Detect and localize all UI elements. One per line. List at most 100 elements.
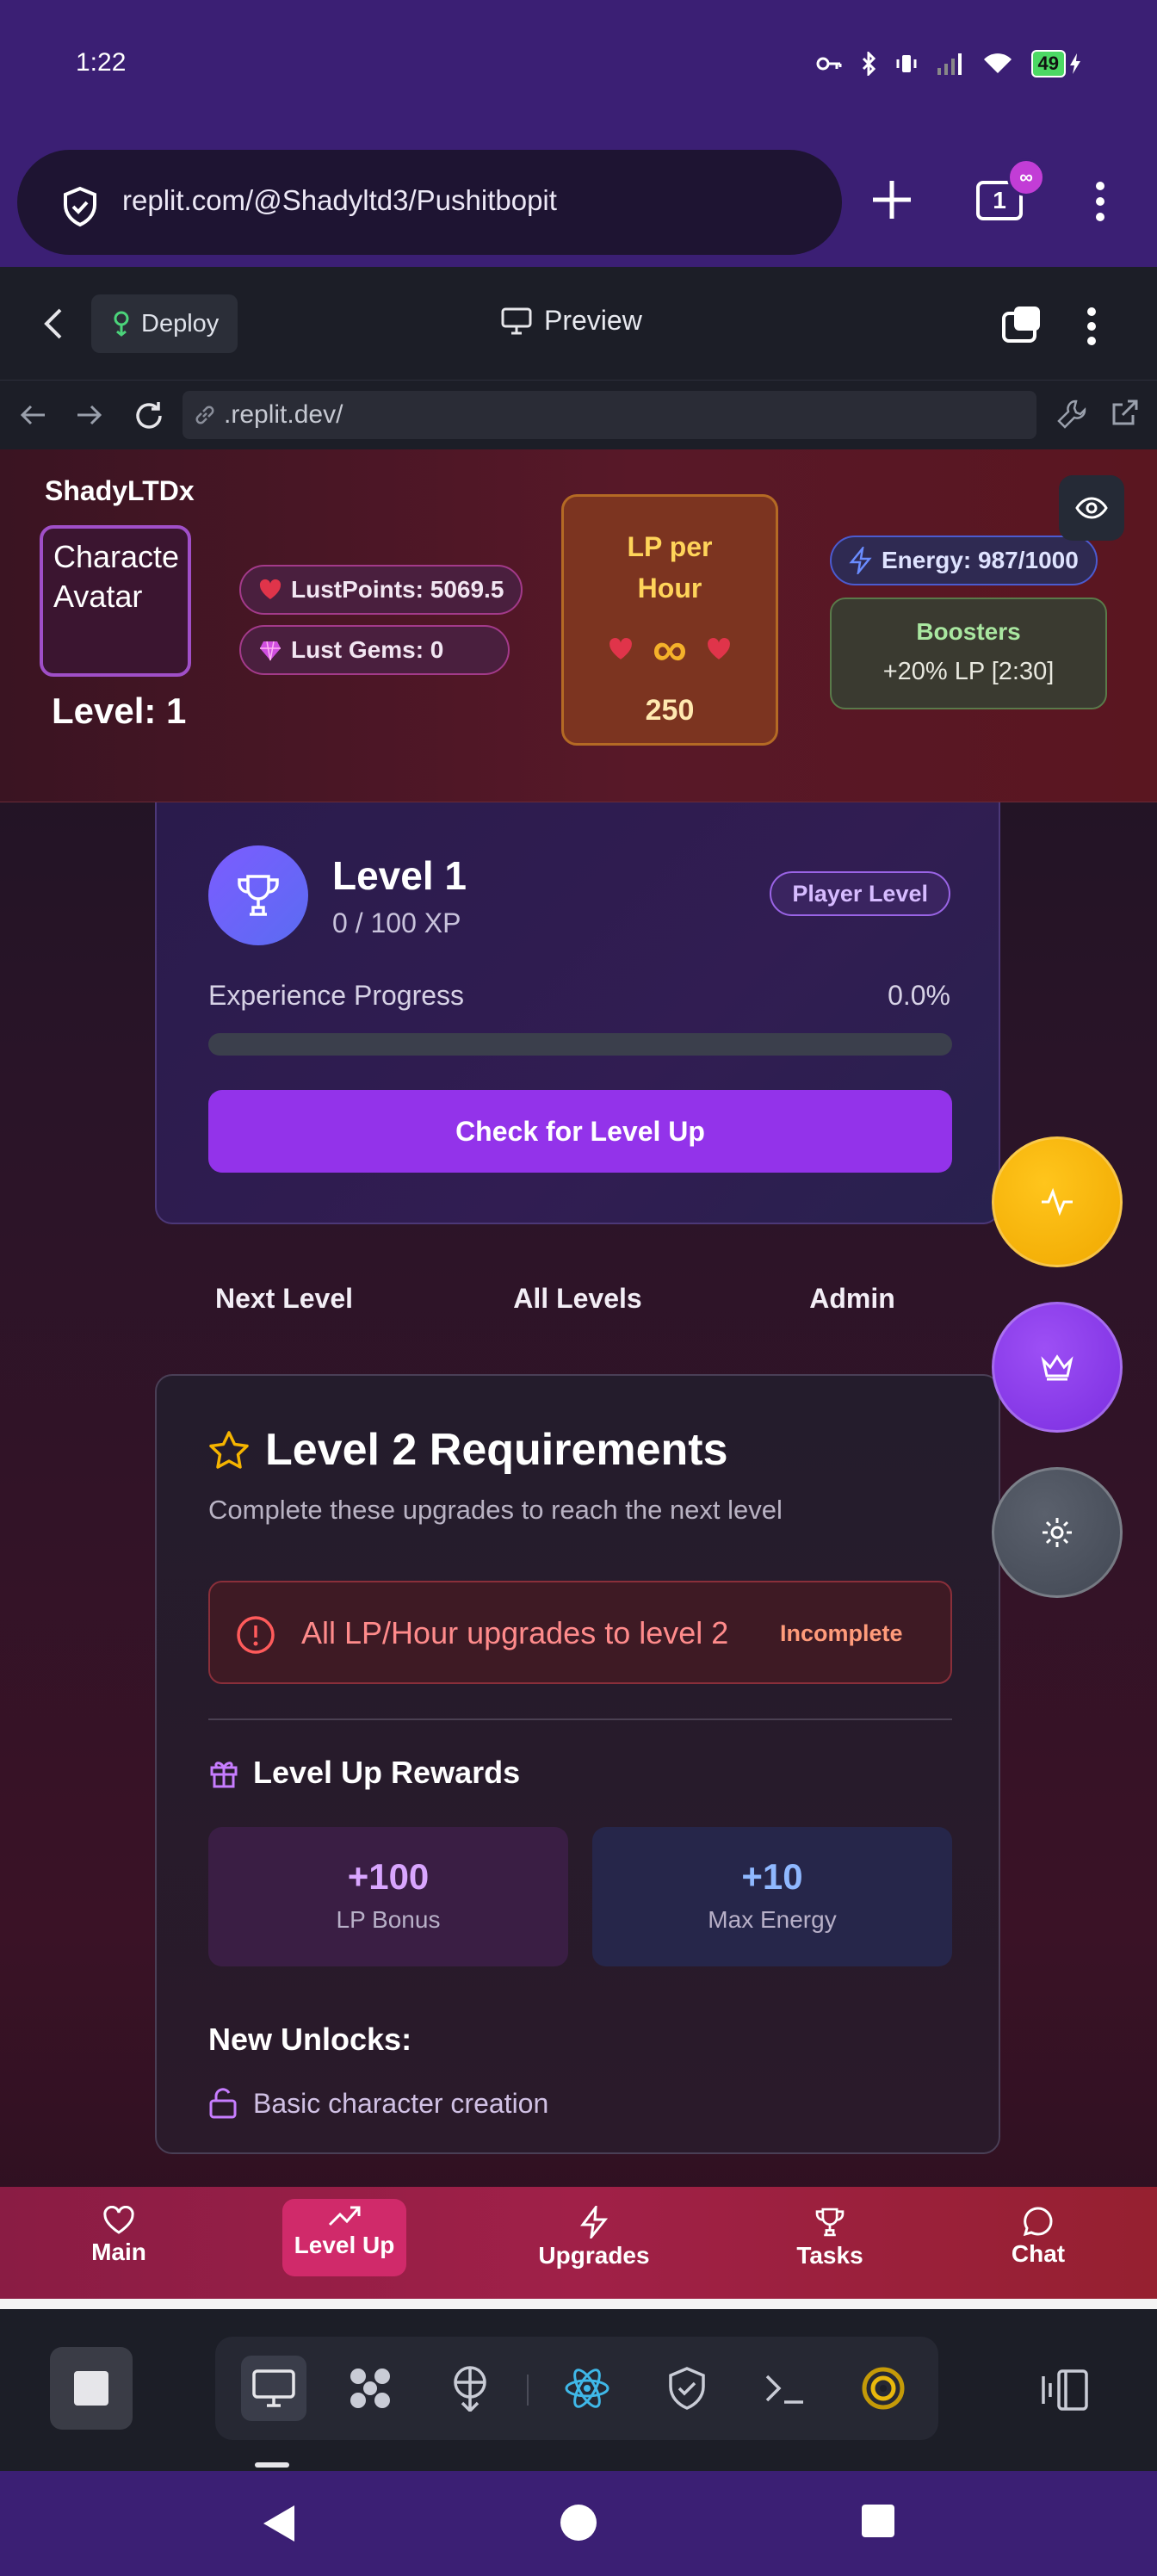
replit-header: Deploy Preview	[0, 267, 1157, 381]
requirement-status: Incomplete	[780, 1620, 903, 1646]
terminal-icon	[765, 2375, 803, 2404]
browser-url-text: replit.com/@Shadyltd3/Pushitbopit	[122, 184, 557, 216]
divider	[208, 1718, 952, 1720]
deploy-icon	[114, 311, 129, 337]
experience-progress-bar	[208, 1033, 952, 1056]
tool-separator	[527, 2375, 529, 2406]
status-icons: 49	[816, 50, 1081, 77]
boosters-value: +20% LP [2:30]	[882, 658, 1055, 685]
boosters-card[interactable]: Boosters +20% LP [2:30]	[830, 598, 1107, 709]
requirements-heading: Level 2 Requirements	[208, 1424, 728, 1476]
refresh-icon[interactable]	[133, 399, 165, 432]
browser-toolbar: replit.com/@Shadyltd3/Pushitbopit 1 ∞	[0, 138, 1157, 267]
nav-upgrades[interactable]: Upgrades	[534, 2187, 654, 2299]
browser-menu-icon[interactable]	[1095, 181, 1105, 222]
nav-tasks[interactable]: Tasks	[778, 2187, 882, 2299]
nav-main[interactable]: Main	[67, 2187, 170, 2299]
battery-icon: 49	[1030, 50, 1081, 77]
panel-layout-icon[interactable]	[1040, 2368, 1090, 2412]
level-tabs: Next Level All Levels Admin	[155, 1283, 1000, 1334]
wifi-icon	[983, 53, 1012, 73]
secrets-tool[interactable]	[654, 2356, 720, 2421]
browser-url-bar[interactable]: replit.com/@Shadyltd3/Pushitbopit	[17, 150, 842, 255]
wrench-icon[interactable]	[1055, 398, 1088, 430]
crown-fab[interactable]	[992, 1302, 1123, 1433]
webview-address-text: .replit.dev/	[224, 400, 343, 429]
preview-title[interactable]: Preview	[501, 305, 642, 337]
nav-tasks-label: Tasks	[796, 2242, 863, 2269]
new-tab-icon[interactable]	[869, 177, 914, 222]
shell-tool[interactable]	[752, 2356, 818, 2421]
nav-level-up[interactable]: Level Up	[282, 2199, 406, 2276]
webview-nav: .replit.dev/	[0, 381, 1157, 449]
nav-main-label: Main	[91, 2239, 146, 2265]
agent-tool[interactable]	[337, 2356, 403, 2421]
deploy-button[interactable]: Deploy	[91, 294, 238, 353]
back-chevron-icon[interactable]	[43, 307, 64, 341]
android-recents-icon[interactable]	[861, 2504, 895, 2538]
reward-value: +10	[741, 1856, 803, 1897]
replit-toolbar	[0, 2309, 1157, 2471]
settings-fab[interactable]	[992, 1467, 1123, 1598]
eye-icon	[1075, 497, 1108, 519]
extension-tool[interactable]	[851, 2356, 916, 2421]
rewards-title: Level Up Rewards	[253, 1755, 521, 1790]
nav-level-up-label: Level Up	[294, 2232, 395, 2258]
requirements-subtitle: Complete these upgrades to reach the nex…	[208, 1495, 783, 1525]
check-level-up-button[interactable]: Check for Level Up	[208, 1090, 952, 1173]
orbit-icon	[862, 2367, 905, 2410]
toggle-visibility-button[interactable]	[1059, 475, 1124, 541]
monitor-icon	[252, 2369, 295, 2407]
unlock-icon	[209, 2088, 237, 2119]
react-tool[interactable]	[554, 2356, 620, 2421]
requirement-item: All LP/Hour upgrades to level 2 Incomple…	[208, 1581, 952, 1684]
webview-address-bar[interactable]: .replit.dev/	[183, 391, 1036, 439]
reward-max-energy: +10 Max Energy	[592, 1827, 952, 1966]
pane-switch-icon[interactable]	[1000, 305, 1043, 344]
signal-icon	[937, 53, 962, 75]
android-nav-bar	[0, 2471, 1157, 2576]
replit-menu-icon[interactable]	[1086, 307, 1097, 346]
open-external-icon[interactable]	[1109, 398, 1140, 429]
tab-next-level[interactable]: Next Level	[146, 1283, 422, 1315]
heart-icon	[609, 637, 632, 659]
unlocks-title: New Unlocks:	[208, 2022, 412, 2057]
android-back-icon[interactable]	[260, 2504, 296, 2543]
infinity-symbol: ∞	[653, 622, 687, 676]
nav-chat[interactable]: Chat	[987, 2187, 1090, 2299]
shield-check-icon	[669, 2367, 705, 2410]
gift-icon	[210, 1762, 238, 1788]
nav-chat-label: Chat	[1011, 2240, 1066, 2267]
level-title: Level 1	[332, 853, 467, 898]
avatar-text-line1: Characte	[53, 539, 180, 574]
deploy-tool[interactable]	[437, 2356, 503, 2421]
gem-icon	[260, 641, 281, 661]
tab-all-levels[interactable]: All Levels	[440, 1283, 715, 1315]
tab-switcher-button[interactable]: 1 ∞	[976, 158, 1045, 220]
progress-percent: 0.0%	[888, 980, 950, 1011]
monitor-icon	[501, 307, 532, 334]
activity-icon	[1042, 1187, 1073, 1217]
energy-pill: Energy: 987/1000	[830, 536, 1098, 585]
shield-check-icon	[64, 186, 96, 227]
key-icon	[816, 57, 842, 71]
character-avatar[interactable]: Characte Avatar	[40, 525, 191, 677]
unlock-item: Basic character creation	[208, 2087, 548, 2120]
level-xp: 0 / 100 XP	[332, 907, 461, 938]
stop-button[interactable]	[50, 2347, 133, 2430]
player-level-badge: Player Level	[770, 871, 950, 916]
zap-icon	[849, 547, 872, 574]
webview-back-icon[interactable]	[17, 399, 48, 430]
android-home-icon[interactable]	[560, 2504, 597, 2542]
bluetooth-icon	[862, 52, 875, 76]
trophy-badge	[208, 845, 308, 945]
agent-icon	[350, 2369, 390, 2408]
tab-admin[interactable]: Admin	[715, 1283, 990, 1315]
preview-tool[interactable]	[241, 2356, 306, 2421]
lust-gems-pill: Lust Gems: 0	[239, 625, 510, 675]
webview-forward-icon[interactable]	[74, 399, 105, 430]
trophy-icon	[238, 875, 279, 916]
activity-fab[interactable]	[992, 1136, 1123, 1267]
heart-icon	[103, 2206, 134, 2234]
lust-points-text: LustPoints: 5069.5	[291, 576, 504, 603]
